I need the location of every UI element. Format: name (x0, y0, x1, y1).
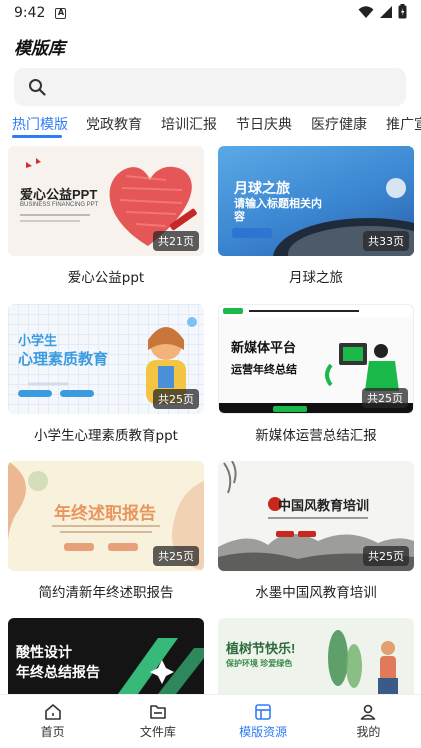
page-count-badge: 共25页 (153, 546, 199, 566)
nav-template-resources[interactable]: 模版资源 (211, 695, 316, 748)
thumbnail-heading: 年终述职报告 (54, 504, 156, 523)
nav-file-library[interactable]: 文件库 (105, 695, 210, 748)
tab-medical-health[interactable]: 医疗健康 (311, 114, 367, 134)
status-icons (358, 4, 407, 19)
template-thumbnail: 月球之旅 请输入标题相关内容 共33页 (218, 146, 414, 256)
nav-home[interactable]: 首页 (0, 695, 105, 748)
template-thumbnail: 新媒体平台 运营年终总结 共25页 (218, 304, 414, 414)
active-tab-indicator (12, 135, 62, 138)
template-thumbnail: 爱心公益PPT BUSINESS FINANCING PPT 共21页 (8, 146, 204, 256)
tab-party-education[interactable]: 党政教育 (86, 114, 142, 134)
template-card[interactable]: 年终述职报告 共25页 简约清新年终述职报告 (8, 461, 204, 601)
nav-label: 首页 (40, 725, 65, 739)
thumbnail-subheading: 请输入标题相关内容 (234, 198, 322, 223)
thumbnail-heading: 年终总结报告 (16, 664, 100, 680)
home-icon (44, 704, 61, 720)
battery-icon (398, 4, 407, 19)
template-title: 简约清新年终述职报告 (38, 585, 174, 601)
template-title: 水墨中国风教育培训 (255, 585, 377, 601)
folder-icon (150, 705, 166, 719)
nav-label: 文件库 (139, 725, 176, 739)
template-card[interactable]: 中国风教育培训 共25页 水墨中国风教育培训 (218, 461, 414, 601)
thumbnail-heading: 爱心公益PPT (20, 187, 98, 202)
template-title: 爱心公益ppt (67, 270, 145, 286)
template-thumbnail: 植树节快乐! 保护环境 珍爱绿色 (218, 618, 414, 694)
signal-icon (380, 5, 392, 18)
thumbnail-heading: 心理素质教育 (18, 351, 109, 368)
bottom-navigation: 首页 文件库 模版资源 我的 (0, 694, 421, 748)
profile-icon (361, 704, 376, 720)
notification-icon: A (55, 7, 67, 19)
thumbnail-heading: 植树节快乐! (226, 641, 296, 656)
template-card[interactable]: 爱心公益PPT BUSINESS FINANCING PPT 共21页 爱心公益… (8, 146, 204, 286)
template-title: 月球之旅 (289, 270, 343, 286)
template-thumbnail: 酸性设计 年终总结报告 (8, 618, 204, 694)
thumbnail-subheading: BUSINESS FINANCING PPT (20, 202, 99, 208)
template-title: 新媒体运营总结汇报 (255, 428, 377, 444)
thumbnail-heading: 小学生 (18, 333, 58, 348)
thumbnail-heading: 月球之旅 (234, 180, 290, 196)
thumbnail-heading: 中国风教育培训 (278, 498, 370, 513)
tab-promotion[interactable]: 推广宣 (386, 114, 421, 134)
thumbnail-heading: 运营年终总结 (231, 364, 297, 376)
template-thumbnail: 中国风教育培训 共25页 (218, 461, 414, 571)
category-tabs: 热门模版 党政教育 培训汇报 节日庆典 医疗健康 推广宣 (0, 110, 421, 140)
tab-hot-templates[interactable]: 热门模版 (12, 114, 68, 134)
page-count-badge: 共25页 (363, 546, 409, 566)
status-time: 9:42 (14, 5, 46, 21)
tab-training-report[interactable]: 培训汇报 (161, 114, 217, 134)
status-bar: 9:42 A (0, 0, 421, 26)
thumbnail-heading: 新媒体平台 (231, 340, 297, 355)
page-count-badge: 共25页 (153, 389, 199, 409)
thumbnail-heading: 酸性设计 (16, 644, 72, 660)
templates-icon (255, 704, 271, 720)
template-card[interactable]: 新媒体平台 运营年终总结 共25页 新媒体运营总结汇报 (218, 304, 414, 444)
nav-profile[interactable]: 我的 (316, 695, 421, 748)
template-card[interactable]: 植树节快乐! 保护环境 珍爱绿色 (218, 618, 414, 694)
page-title: 模版库 (14, 39, 65, 59)
template-thumbnail: 小学生 心理素质教育 共25页 (8, 304, 204, 414)
nav-label: 模版资源 (239, 725, 288, 739)
search-input[interactable] (14, 68, 406, 106)
thumbnail-subheading: 保护环境 珍爱绿色 (226, 659, 293, 668)
template-card[interactable]: 月球之旅 请输入标题相关内容 共33页 月球之旅 (218, 146, 414, 286)
template-card[interactable]: 酸性设计 年终总结报告 (8, 618, 204, 694)
nav-label: 我的 (356, 725, 381, 739)
wifi-icon (358, 5, 374, 18)
search-icon (29, 79, 46, 96)
template-title: 小学生心理素质教育ppt (34, 428, 178, 444)
page-count-badge: 共25页 (362, 388, 408, 408)
tab-holiday-celebration[interactable]: 节日庆典 (236, 114, 292, 134)
page-count-badge: 共21页 (153, 231, 199, 251)
template-card[interactable]: 小学生 心理素质教育 共25页 小学生心理素质教育ppt (8, 304, 204, 444)
page-count-badge: 共33页 (363, 231, 409, 251)
template-thumbnail: 年终述职报告 共25页 (8, 461, 204, 571)
